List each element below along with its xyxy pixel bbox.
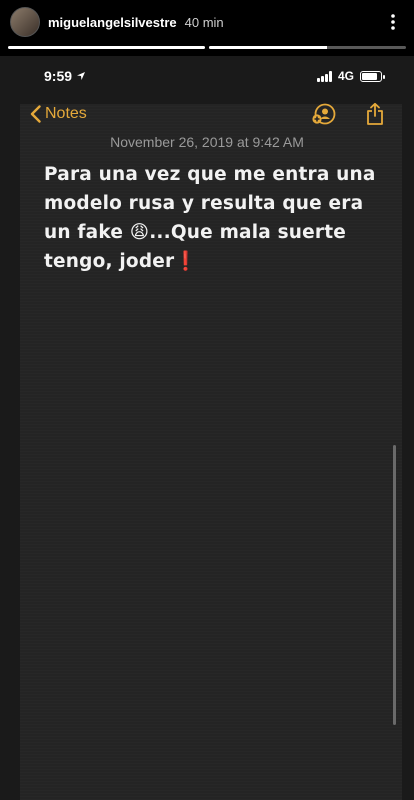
signal-icon (316, 70, 332, 82)
location-icon (76, 68, 86, 84)
more-icon[interactable] (382, 11, 404, 33)
back-button[interactable]: Notes (30, 105, 87, 123)
time-ago: 40 min (184, 14, 224, 30)
progress-fill (8, 46, 205, 49)
story-progress (8, 46, 406, 49)
add-person-icon[interactable] (312, 103, 336, 125)
progress-segment (8, 46, 205, 49)
story-header: miguelangelsilvestre 40 min (0, 0, 414, 44)
status-bar: 9:59 4G (44, 66, 385, 86)
scroll-indicator[interactable] (393, 445, 396, 725)
note-body[interactable]: Para una vez que me entra una modelo rus… (44, 160, 378, 276)
progress-segment (209, 46, 406, 49)
network-label: 4G (337, 69, 354, 83)
progress-fill (209, 46, 328, 49)
avatar[interactable] (10, 7, 40, 37)
chevron-left-icon (30, 105, 41, 123)
username[interactable]: miguelangelsilvestre (48, 15, 177, 30)
nav-actions (312, 102, 384, 126)
share-icon[interactable] (366, 102, 384, 126)
note-date: November 26, 2019 at 9:42 AM (110, 134, 304, 150)
back-label: Notes (45, 105, 87, 122)
status-time: 9:59 (44, 68, 73, 84)
notes-nav-bar: Notes (30, 100, 384, 128)
battery-icon (360, 70, 385, 82)
status-right: 4G (316, 69, 385, 83)
